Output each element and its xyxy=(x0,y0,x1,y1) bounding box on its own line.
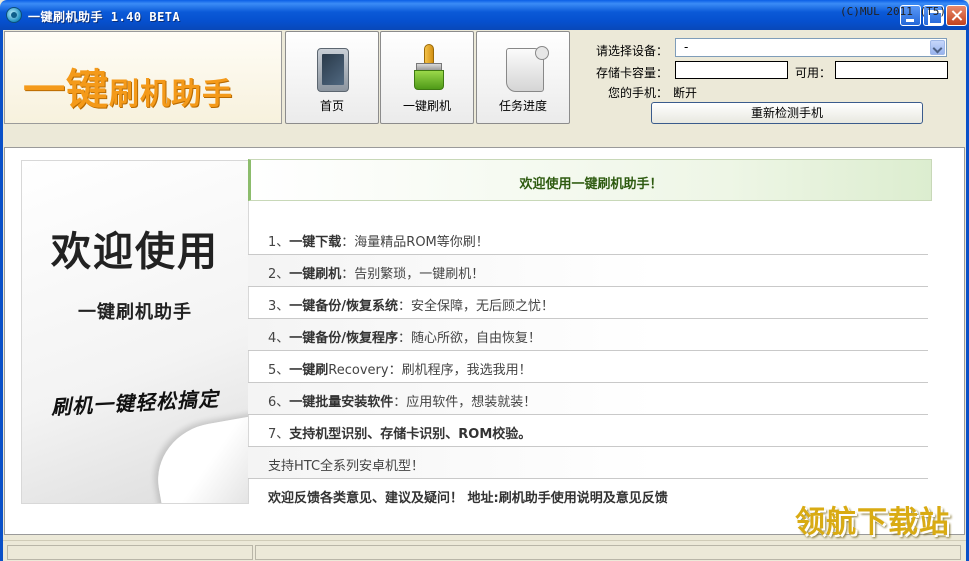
welcome-card-title: 欢迎使用 xyxy=(51,228,219,275)
feature-item: 7、支持机型识别、存储卡识别、ROM校验。 xyxy=(248,415,928,447)
support-note: 支持HTC全系列安卓机型！ xyxy=(268,459,425,474)
scroll-icon xyxy=(506,46,549,92)
feedback-link[interactable]: 刷机助手使用说明及意见反馈 xyxy=(499,491,668,506)
page-curl-decoration xyxy=(149,413,248,503)
welcome-card-subtitle: 一键刷机助手 xyxy=(78,302,192,323)
device-select-value: - xyxy=(684,40,689,54)
logo-text: 一键刷机助手 xyxy=(23,56,233,117)
feature-item: 1、一键下载：海量精品ROM等你刷！ xyxy=(248,223,928,255)
feature-item: 3、一键备份/恢复系统：安全保障，无后顾之忧！ xyxy=(248,287,928,319)
logo-text-small: 刷机助手 xyxy=(109,77,234,112)
logo-text-big: 一键 xyxy=(23,65,110,114)
window-title: 一键刷机助手 1.40 BETA xyxy=(28,10,181,24)
feature-item: 5、一键刷Recovery：刷机程序，我选我用！ xyxy=(248,351,928,383)
window-frame-left xyxy=(0,30,3,561)
status-bar xyxy=(3,540,966,561)
welcome-banner-text: 欢迎使用一键刷机助手！ xyxy=(519,177,663,192)
status-pane-left xyxy=(7,545,253,560)
feedback-text: 欢迎反馈各类意见、建议及疑问！ 地址: xyxy=(268,491,499,506)
home-button[interactable]: 首页 xyxy=(285,31,379,124)
flash-button-label: 一键刷机 xyxy=(402,99,451,113)
feature-item: 2、一键刷机：告别繁琐，一键刷机！ xyxy=(248,255,928,287)
device-select[interactable]: - xyxy=(675,38,947,57)
title-bar[interactable]: 一键刷机助手 1.40 BETA xyxy=(0,0,969,30)
welcome-card-slogan: 刷机一键轻松搞定 xyxy=(50,386,220,420)
watermark-logo: 领航下载站 xyxy=(795,505,950,540)
chevron-down-icon[interactable] xyxy=(930,40,945,55)
available-field[interactable] xyxy=(835,61,948,79)
app-icon xyxy=(6,7,22,23)
tablet-icon xyxy=(317,48,349,92)
phone-label: 您的手机： xyxy=(608,86,669,100)
welcome-card: 欢迎使用 一键刷机助手 刷机一键轻松搞定 xyxy=(21,160,249,504)
task-button-label: 任务进度 xyxy=(498,99,547,113)
status-pane-right xyxy=(255,545,961,560)
feature-item: 4、一键备份/恢复程序：随心所欲，自由恢复！ xyxy=(248,319,928,351)
home-button-label: 首页 xyxy=(319,99,344,113)
support-note-row: 支持HTC全系列安卓机型！ xyxy=(248,447,928,479)
feature-item: 6、一键批量安装软件：应用软件，想装就装！ xyxy=(248,383,928,415)
phone-status: 断开 xyxy=(673,86,698,100)
redetect-phone-button[interactable]: 重新检测手机 xyxy=(651,102,923,124)
one-click-flash-button[interactable]: 一键刷机 xyxy=(380,31,474,124)
task-progress-button[interactable]: 任务进度 xyxy=(476,31,570,124)
copyright-text: (C)MUL 2011 (T5) xyxy=(840,5,946,18)
storage-field[interactable] xyxy=(675,61,788,79)
main-content: 欢迎使用 一键刷机助手 刷机一键轻松搞定 欢迎使用一键刷机助手！ 1、一键下载：… xyxy=(4,147,965,535)
brush-icon xyxy=(412,44,446,92)
close-button[interactable] xyxy=(946,5,967,26)
welcome-banner: 欢迎使用一键刷机助手！ xyxy=(248,159,932,201)
device-select-label: 请选择设备： xyxy=(596,44,669,58)
available-label: 可用： xyxy=(795,66,832,80)
app-logo: 一键刷机助手 xyxy=(4,31,282,124)
storage-label: 存储卡容量： xyxy=(596,66,669,80)
